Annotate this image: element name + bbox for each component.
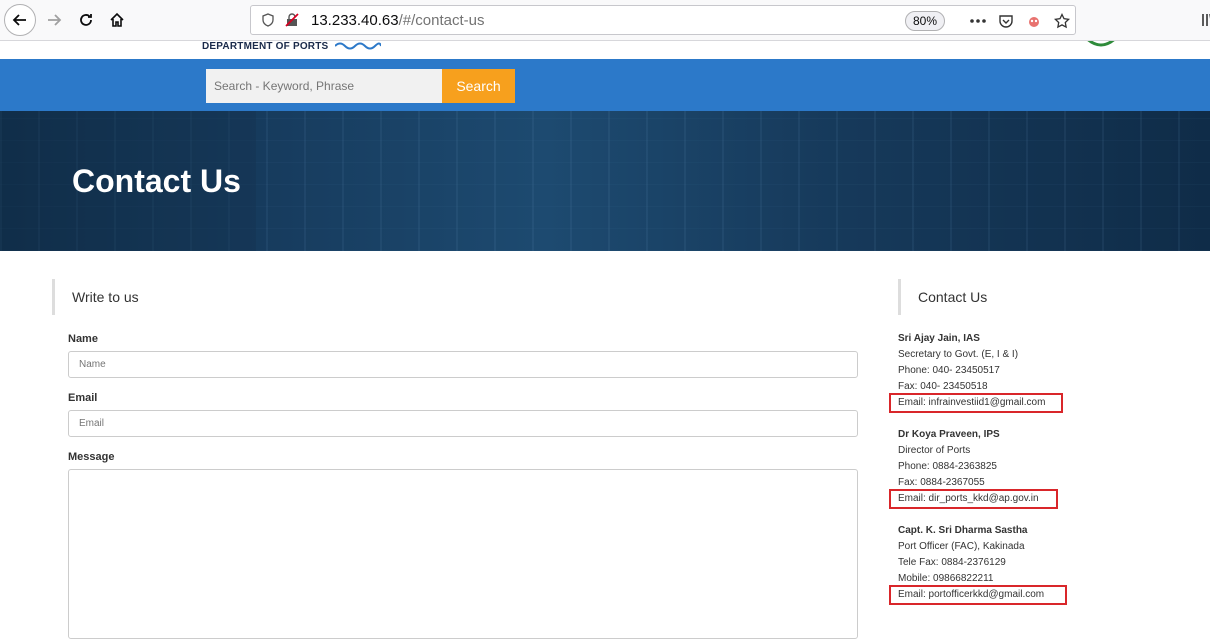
insecure-lock-icon[interactable] [283,11,301,29]
pocket-icon[interactable] [997,12,1015,30]
address-bar[interactable]: 13.233.40.63/#/contact-us 80% [250,5,1076,35]
reload-button[interactable] [72,6,100,34]
home-button[interactable] [103,6,131,34]
page-title: Contact Us [72,163,241,199]
bookmark-star-icon[interactable] [1053,12,1071,30]
message-textarea[interactable] [68,469,858,639]
site-search-input[interactable] [206,69,442,103]
email-highlight-box [889,489,1058,509]
contact-name: Sri Ajay Jain, IAS [898,333,980,344]
page-actions-icon[interactable] [969,12,987,30]
back-arrow-icon [12,14,26,26]
browser-toolbar: 13.233.40.63/#/contact-us 80% [0,0,1210,41]
forward-arrow-icon [48,14,62,26]
url-host: 13.233.40.63 [311,12,399,29]
hero-banner: Contact Us [0,111,1210,251]
department-label: DEPARTMENT OF PORTS [202,41,383,52]
name-label: Name [68,333,98,345]
wave-icon [334,42,383,50]
contact-name: Dr Koya Praveen, IPS [898,429,1000,440]
shield-icon[interactable] [259,11,277,29]
search-bar-strip [0,59,1210,111]
email-label: Email [68,392,98,404]
url-text: 13.233.40.63/#/contact-us [311,12,484,29]
contact-us-heading: Contact Us [898,279,1078,315]
search-button[interactable]: Search [442,69,515,103]
government-seal-logo [1078,41,1124,55]
message-label: Message [68,451,115,463]
back-button[interactable] [4,4,36,36]
library-icon[interactable] [1198,11,1210,29]
write-to-us-heading: Write to us [52,279,858,315]
forward-button[interactable] [40,6,68,34]
url-path: /#/contact-us [398,12,485,29]
contact-name: Capt. K. Sri Dharma Sastha [898,525,1028,536]
site-header: DEPARTMENT OF PORTS [0,41,1210,59]
email-field[interactable] [68,410,858,437]
zoom-indicator[interactable]: 80% [905,11,945,31]
name-field[interactable] [68,351,858,378]
contact-phone: Tele Fax: 0884-2376129 [898,557,1006,568]
contact-phone: Phone: 0884-2363825 [898,461,997,472]
extension-icon[interactable] [1025,12,1043,30]
home-icon [110,12,124,27]
department-text: DEPARTMENT OF PORTS [202,41,329,52]
contact-designation: Port Officer (FAC), Kakinada [898,541,1025,552]
email-highlight-box [889,393,1063,413]
contact-designation: Director of Ports [898,445,971,456]
contact-designation: Secretary to Govt. (E, I & I) [898,349,1019,360]
reload-icon [80,14,92,26]
contact-phone: Phone: 040- 23450517 [898,365,1000,376]
email-highlight-box [889,585,1067,605]
